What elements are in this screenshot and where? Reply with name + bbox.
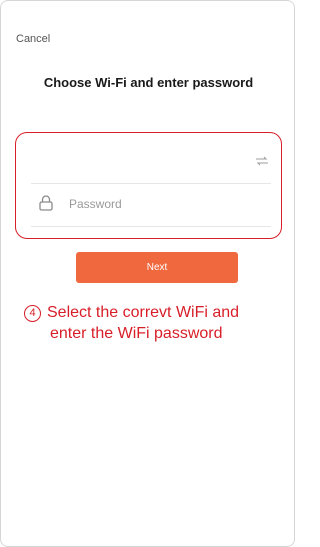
switch-network-icon[interactable] [255, 156, 269, 166]
next-button[interactable]: Next [76, 252, 238, 283]
wifi-network-field[interactable] [31, 141, 271, 184]
step-instruction: 4 Select the correvt WiFi and enter the W… [24, 302, 284, 344]
step-number-badge: 4 [24, 305, 41, 322]
page-title: Choose Wi-Fi and enter password [43, 75, 254, 90]
password-input[interactable] [69, 193, 259, 215]
instruction-line-1: Select the correvt WiFi and [47, 304, 240, 321]
cancel-button[interactable]: Cancel [16, 33, 50, 45]
instruction-line-2: enter the WiFi password [50, 325, 223, 342]
phone-screen: Cancel Choose Wi-Fi and enter password N… [0, 0, 295, 547]
lock-icon [39, 195, 53, 211]
password-field-row [31, 191, 271, 227]
